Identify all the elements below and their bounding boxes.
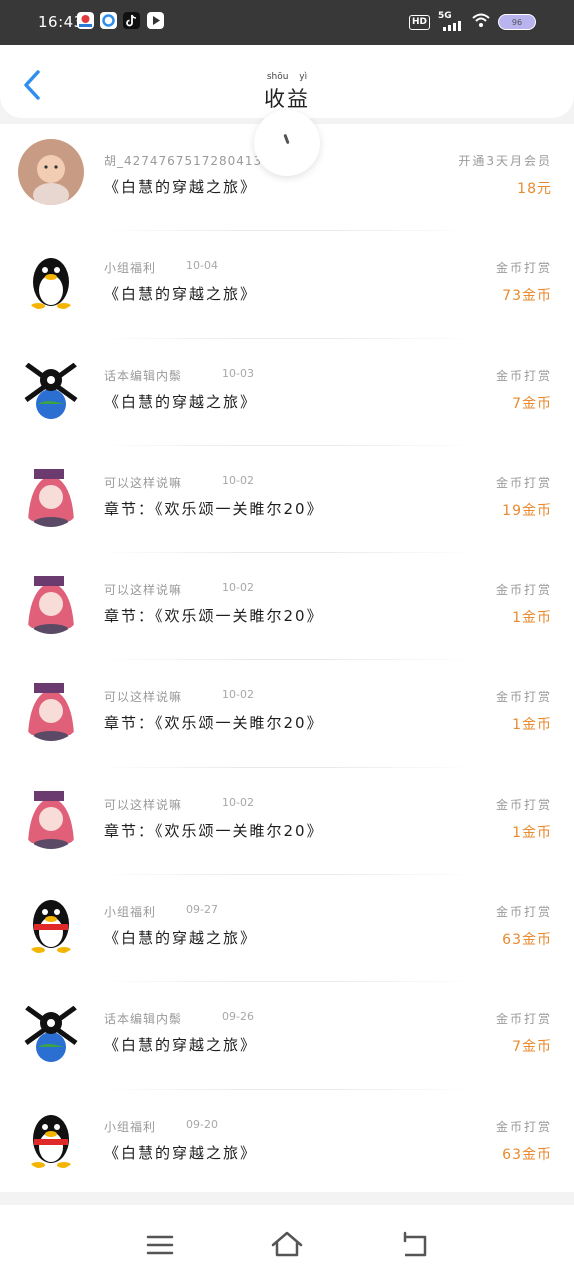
avatar — [18, 460, 84, 527]
list-item[interactable]: 可以这样说嘛 10-02 章节：《欢乐颂一关睢尔20》 金币打赏 1金币 — [0, 553, 574, 661]
item-content: 《白慧的穿越之旅》 — [104, 1036, 258, 1055]
item-content: 章节：《欢乐颂一关睢尔20》 — [104, 607, 324, 626]
avatar — [18, 675, 84, 742]
item-date: 10-02 — [222, 581, 254, 595]
avatar — [18, 997, 84, 1064]
sender-name: 可以这样说嘛 — [104, 583, 183, 598]
earning-amount: 1金币 — [512, 610, 552, 627]
loading-spinner — [254, 110, 320, 176]
item-content: 《白慧的穿越之旅》 — [104, 1143, 258, 1162]
item-content: 《白慧的穿越之旅》 — [104, 285, 258, 304]
item-content: 《白慧的穿越之旅》 — [104, 929, 258, 948]
list-item[interactable]: 小组福利 09-27 《白慧的穿越之旅》 金币打赏 63金币 — [0, 875, 574, 983]
avatar — [18, 139, 84, 205]
sender-name: 小组福利 — [104, 1119, 157, 1134]
item-content: 章节：《欢乐颂一关睢尔20》 — [104, 714, 324, 733]
status-bar: 16:43 HD 5G 96 — [0, 0, 574, 45]
earning-type: 金币打赏 — [495, 261, 552, 276]
earning-amount: 1金币 — [512, 824, 552, 841]
sender-name: 可以这样说嘛 — [104, 475, 183, 490]
menu-icon — [146, 1235, 174, 1255]
avatar — [18, 1104, 84, 1171]
wifi-icon — [472, 12, 490, 32]
sender-name: 话本编辑内鬃 — [104, 368, 183, 383]
system-nav-bar — [0, 1205, 574, 1280]
item-date: 10-02 — [222, 688, 254, 702]
earning-amount: 63金币 — [502, 1146, 552, 1163]
item-date: 09-26 — [222, 1010, 254, 1024]
list-item[interactable]: 话本编辑内鬃 10-03 《白慧的穿越之旅》 金币打赏 7金币 — [0, 339, 574, 447]
earning-amount: 7金币 — [512, 395, 552, 412]
back-nav-button[interactable] — [395, 1227, 435, 1263]
item-content: 《白慧的穿越之旅》 — [104, 392, 258, 411]
avatar — [18, 782, 84, 849]
sender-name: 小组福利 — [104, 905, 157, 920]
item-date: 10-02 — [222, 795, 254, 809]
item-date: 09-20 — [186, 1117, 218, 1131]
sender-name: 话本编辑内鬃 — [104, 1012, 183, 1027]
tiktok-icon — [123, 12, 140, 29]
page-title-pinyin: shōu yì — [266, 72, 308, 82]
list-item[interactable]: 可以这样说嘛 10-02 章节：《欢乐颂一关睢尔20》 金币打赏 1金币 — [0, 768, 574, 876]
item-content: 章节：《欢乐颂一关睢尔20》 — [104, 821, 324, 840]
earning-type: 金币打赏 — [495, 690, 552, 705]
list-item[interactable]: 可以这样说嘛 10-02 章节：《欢乐颂一关睢尔20》 金币打赏 1金币 — [0, 660, 574, 769]
avatar — [18, 568, 84, 635]
earning-amount: 63金币 — [502, 932, 552, 949]
avatar — [18, 246, 84, 313]
earnings-list: 胡_4274767517280413704 《白慧的穿越之旅》 开通3天月会员 … — [0, 124, 574, 1192]
earning-amount: 7金币 — [512, 1039, 552, 1056]
map-icon — [77, 12, 94, 29]
earning-type: 开通3天月会员 — [458, 154, 552, 168]
avatar — [18, 353, 84, 420]
home-button[interactable] — [267, 1227, 307, 1263]
earning-type: 金币打赏 — [495, 797, 552, 812]
sender-name: 可以这样说嘛 — [104, 690, 183, 705]
browser-icon — [100, 12, 117, 29]
sender-name: 小组福利 — [104, 261, 157, 276]
list-item[interactable]: 可以这样说嘛 10-02 章节：《欢乐颂一关睢尔20》 金币打赏 19金币 — [0, 446, 574, 554]
list-item[interactable]: 小组福利 10-04 《白慧的穿越之旅》 金币打赏 73金币 — [0, 231, 574, 339]
earning-amount: 1金币 — [512, 717, 552, 734]
item-date: 10-02 — [222, 473, 254, 487]
list-item[interactable]: 话本编辑内鬃 09-26 《白慧的穿越之旅》 金币打赏 7金币 — [0, 982, 574, 1090]
page-title: 收益 — [264, 87, 310, 111]
item-date: 09-27 — [186, 903, 218, 917]
earning-type: 金币打赏 — [495, 368, 552, 383]
earning-type: 金币打赏 — [495, 905, 552, 920]
home-icon — [271, 1231, 303, 1257]
video-icon — [147, 12, 164, 29]
earning-amount: 18元 — [517, 181, 552, 197]
item-date: 10-04 — [186, 259, 218, 273]
signal-icon: 5G — [438, 11, 464, 31]
sender-name: 可以这样说嘛 — [104, 797, 183, 812]
earning-type: 金币打赏 — [495, 583, 552, 598]
earning-amount: 73金币 — [502, 288, 552, 305]
item-date: 10-03 — [222, 366, 254, 380]
item-content: 《白慧的穿越之旅》 — [104, 178, 258, 196]
earning-type: 金币打赏 — [495, 1012, 552, 1027]
battery-icon: 96 — [498, 14, 536, 30]
back-icon — [403, 1231, 427, 1257]
hd-badge: HD — [408, 14, 430, 30]
list-item[interactable]: 小组福利 09-20 《白慧的穿越之旅》 金币打赏 63金币 — [0, 1090, 574, 1192]
menu-button[interactable] — [140, 1227, 180, 1263]
earning-type: 金币打赏 — [495, 1119, 552, 1134]
item-content: 章节：《欢乐颂一关睢尔20》 — [104, 499, 324, 518]
earning-amount: 19金币 — [502, 502, 552, 519]
earning-type: 金币打赏 — [495, 475, 552, 490]
header: shōu yì 收益 — [0, 45, 574, 118]
avatar — [18, 890, 84, 957]
